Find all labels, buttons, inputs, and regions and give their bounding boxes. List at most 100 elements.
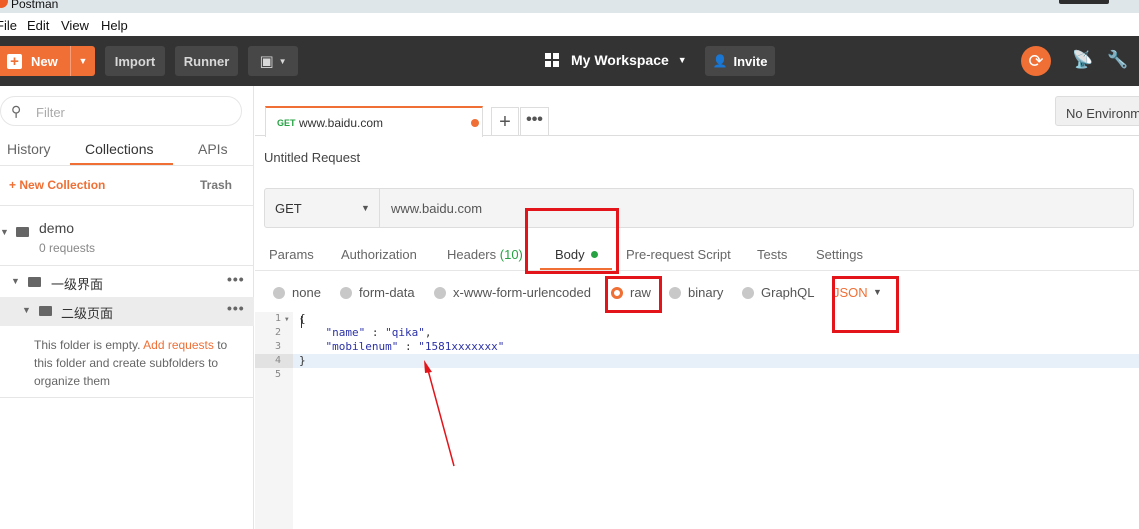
new-label: New — [31, 53, 58, 69]
menu-help[interactable]: Help — [101, 18, 128, 33]
tab-collections[interactable]: Collections — [85, 141, 153, 157]
radio-icon — [340, 286, 352, 299]
caret-down-icon: ▼ — [78, 56, 88, 66]
sync-icon[interactable]: ⟳ — [1021, 46, 1051, 76]
method-select[interactable]: GET ▼ — [265, 189, 380, 227]
menu-bar: File Edit View Help — [0, 13, 1139, 36]
new-dropdown-button[interactable]: ▼ — [70, 46, 95, 76]
more-options-icon[interactable]: ••• — [227, 271, 245, 287]
collection-item[interactable]: ▼ demo 0 requests — [0, 211, 254, 261]
add-requests-link[interactable]: Add requests — [143, 338, 214, 352]
radio-icon — [434, 286, 446, 299]
invite-button[interactable]: 👤 Invite — [705, 46, 775, 76]
tab-more-button[interactable]: ••• — [520, 107, 549, 136]
runner-label: Runner — [183, 53, 230, 69]
urlencoded-label: x-www-form-urlencoded — [453, 285, 591, 300]
binary-label: binary — [688, 285, 724, 300]
tab-tests[interactable]: Tests — [757, 247, 787, 262]
radio-icon — [669, 286, 681, 299]
graphql-label: GraphQL — [761, 285, 815, 300]
body-type-none[interactable]: none — [273, 285, 321, 300]
caret-down-icon: ▼ — [361, 203, 370, 213]
url-input[interactable]: www.baidu.com — [391, 201, 482, 216]
caret-down-icon[interactable]: ▼ — [22, 305, 31, 315]
headers-label: Headers — [447, 247, 497, 262]
caret-down-icon[interactable]: ▼ — [11, 276, 20, 286]
radio-icon — [273, 286, 285, 299]
form-data-label: form-data — [359, 285, 415, 300]
main-toolbar: + New ▼ Import Runner ▣ ▼ My Workspace ▼… — [0, 36, 1139, 86]
caret-down-icon[interactable]: ▼ — [0, 227, 9, 237]
tab-pre-request-script[interactable]: Pre-request Script — [626, 247, 731, 262]
divider — [0, 265, 254, 266]
body-type-form-data[interactable]: form-data — [340, 285, 415, 300]
new-button[interactable]: + New — [0, 46, 75, 76]
workspace-label: My Workspace — [571, 52, 669, 68]
none-label: none — [292, 285, 321, 300]
menu-edit[interactable]: Edit — [27, 18, 49, 33]
add-tab-button[interactable]: + — [491, 107, 519, 136]
request-tab[interactable]: GET www.baidu.com — [265, 106, 483, 137]
workspace-grid-icon — [545, 53, 559, 67]
divider — [0, 397, 254, 398]
folder-label: 一级界面 — [51, 277, 104, 292]
request-tab-strip: GET www.baidu.com + ••• No Environment — [255, 86, 1139, 137]
line-number: 4 — [255, 354, 293, 368]
code-line: "mobilenum" : "1581xxxxxxx" — [325, 340, 505, 353]
active-line-highlight — [293, 354, 1139, 368]
environment-selector[interactable]: No Environment — [1055, 96, 1139, 126]
runner-button[interactable]: Runner — [175, 46, 238, 76]
tab-apis[interactable]: APIs — [198, 141, 228, 157]
tab-authorization[interactable]: Authorization — [341, 247, 417, 262]
new-collection-button[interactable]: + New Collection — [9, 178, 105, 192]
code-line: "name" : "qika", — [325, 326, 432, 339]
menu-file[interactable]: File — [0, 18, 17, 33]
new-window-button[interactable]: ▣ ▼ — [248, 46, 298, 76]
folder-icon — [16, 227, 29, 237]
line-number: 5 — [275, 369, 282, 380]
radio-icon — [742, 286, 754, 299]
body-type-urlencoded[interactable]: x-www-form-urlencoded — [434, 285, 591, 300]
headers-count: (10) — [499, 247, 523, 262]
add-window-icon: ▣ — [259, 53, 274, 70]
tab-history[interactable]: History — [7, 141, 51, 157]
collection-request-count: 0 requests — [39, 241, 96, 255]
body-editor[interactable]: 1 ▼ 2 3 4 5 { "name" : "qika", "mobilenum… — [255, 312, 1139, 529]
body-type-graphql[interactable]: GraphQL — [742, 285, 814, 300]
import-button[interactable]: Import — [105, 46, 165, 76]
line-number: 3 — [275, 341, 282, 352]
import-label: Import — [114, 53, 156, 69]
window-controls[interactable] — [1059, 0, 1109, 4]
filter-input[interactable]: ⚲ Filter — [0, 96, 242, 126]
caret-down-icon: ▼ — [278, 56, 287, 66]
divider — [0, 205, 254, 206]
workspace-switcher[interactable]: My Workspace ▼ — [545, 52, 687, 68]
body-type-binary[interactable]: binary — [669, 285, 723, 300]
search-icon: ⚲ — [11, 103, 22, 119]
satellite-icon[interactable]: 📡 — [1072, 50, 1093, 70]
code-line: { — [299, 312, 306, 325]
annotation-box-raw — [605, 276, 662, 313]
empty-folder-message: This folder is empty. Add requests to th… — [34, 336, 234, 390]
tab-settings[interactable]: Settings — [816, 247, 863, 262]
request-panel: GET www.baidu.com + ••• No Environment U… — [255, 86, 1139, 529]
unsaved-indicator — [471, 119, 479, 127]
subfolder-item[interactable]: ▼ 二级页面 ••• — [0, 297, 254, 326]
line-number: 1 ▼ — [275, 313, 289, 324]
tab-headers[interactable]: Headers (10) — [447, 247, 523, 262]
code-line: } — [299, 354, 306, 367]
empty-text: This folder is empty. — [34, 338, 141, 352]
fold-icon[interactable]: ▼ — [285, 316, 289, 323]
folder-item[interactable]: ▼ 一级界面 ••• — [0, 268, 254, 296]
menu-view[interactable]: View — [61, 18, 89, 33]
more-options-icon[interactable]: ••• — [227, 300, 245, 316]
tab-params[interactable]: Params — [269, 247, 314, 262]
wrench-icon[interactable]: 🔧 — [1107, 50, 1128, 70]
trash-button[interactable]: Trash — [200, 178, 232, 192]
folder-icon — [28, 277, 41, 287]
collection-name: demo — [39, 220, 75, 236]
title-bar: Postman — [0, 0, 1139, 13]
window-title: Postman — [11, 0, 59, 11]
plus-icon: + — [7, 53, 22, 69]
line-number: 2 — [275, 327, 282, 338]
